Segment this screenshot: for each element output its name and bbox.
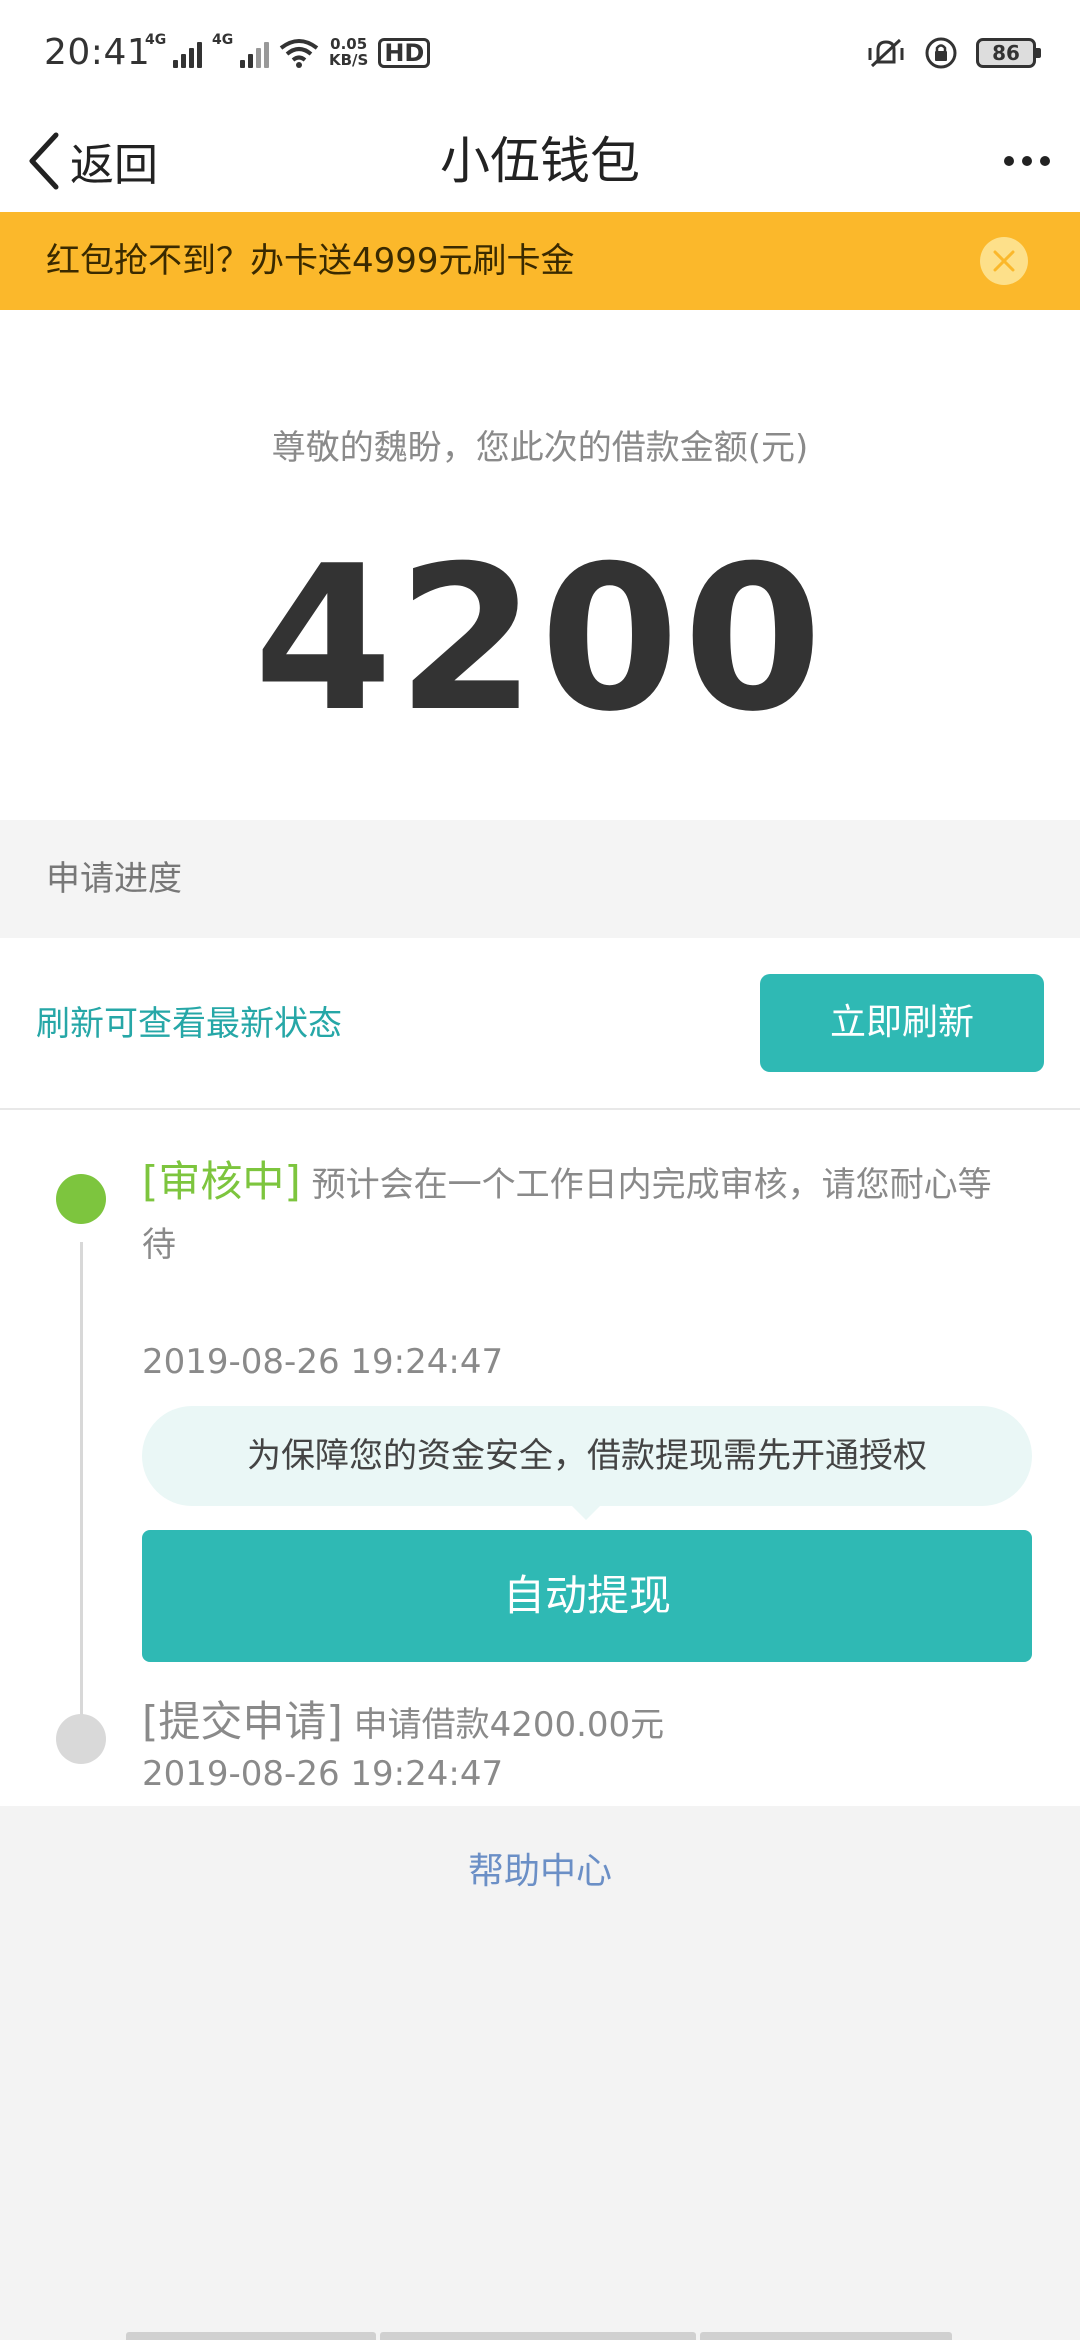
progress-header-text: 申请进度 — [46, 859, 182, 899]
step-reviewing: [审核中] 预计会在一个工作日内完成审核，请您耐心等待 — [142, 1152, 1022, 1275]
loan-amount-label: 尊敬的魏盼，您此次的借款金额(元) — [271, 428, 809, 468]
progress-section-header: 申请进度 — [0, 820, 1080, 938]
step-reviewing-time: 2019-08-26 19:24:47 — [142, 1342, 504, 1382]
hd-voice-icon: HD — [378, 38, 431, 68]
status-time: 20:41 — [44, 32, 151, 73]
step-reviewing-status: [审核中] — [142, 1157, 301, 1206]
refresh-hint: 刷新可查看最新状态 — [36, 1004, 342, 1044]
step-active-dot-icon — [56, 1174, 106, 1224]
step-inactive-dot-icon — [56, 1714, 106, 1764]
security-tip-bubble: 为保障您的资金安全，借款提现需先开通授权 — [142, 1406, 1032, 1520]
loan-amount-section: 尊敬的魏盼，您此次的借款金额(元) 4200 — [0, 310, 1080, 820]
timeline-line — [80, 1242, 83, 1760]
loan-amount-value: 4200 — [253, 523, 827, 756]
cellular-signal-icon-2: 4G — [212, 32, 269, 68]
page-title: 小伍钱包 — [440, 132, 640, 190]
progress-timeline: [审核中] 预计会在一个工作日内完成审核，请您耐心等待 2019-08-26 1… — [0, 1110, 1080, 1806]
status-bar: 20:41 4G 4G 0.05 KB/S HD 86 — [0, 0, 1080, 110]
network-speed: 0.05 KB/S — [329, 35, 369, 69]
gesture-bar — [126, 2332, 952, 2340]
wifi-icon — [279, 39, 319, 68]
step-submitted-status: [提交申请] — [142, 1697, 343, 1746]
status-right-icons: 86 — [866, 36, 1041, 70]
rotation-lock-icon — [925, 37, 957, 69]
banner-close-button[interactable] — [980, 237, 1028, 285]
close-icon — [993, 250, 1015, 272]
refresh-now-button[interactable]: 立即刷新 — [760, 974, 1044, 1072]
more-dot-icon — [1040, 156, 1050, 166]
step-submitted-description: 申请借款4200.00元 — [342, 1705, 665, 1745]
step-submitted-time: 2019-08-26 19:24:47 — [142, 1754, 504, 1794]
promo-banner[interactable]: 红包抢不到？办卡送4999元刷卡金 — [0, 212, 1080, 310]
more-dot-icon — [1004, 156, 1014, 166]
more-dot-icon — [1022, 156, 1032, 166]
status-left-icons: 4G 4G 0.05 KB/S HD — [145, 32, 431, 69]
step-submitted: [提交申请] 申请借款4200.00元 — [142, 1692, 1022, 1755]
promo-banner-text: 红包抢不到？办卡送4999元刷卡金 — [46, 241, 575, 281]
more-options-button[interactable] — [1004, 110, 1050, 212]
auto-withdraw-button[interactable]: 自动提现 — [142, 1530, 1032, 1662]
vibrate-mute-icon — [868, 38, 904, 68]
battery-icon: 86 — [976, 38, 1041, 68]
refresh-row: 刷新可查看最新状态 立即刷新 — [0, 938, 1080, 1110]
cellular-signal-icon-1: 4G — [145, 32, 202, 68]
help-center-link[interactable]: 帮助中心 — [0, 1842, 1080, 1894]
nav-bar: 返回 小伍钱包 — [0, 110, 1080, 212]
